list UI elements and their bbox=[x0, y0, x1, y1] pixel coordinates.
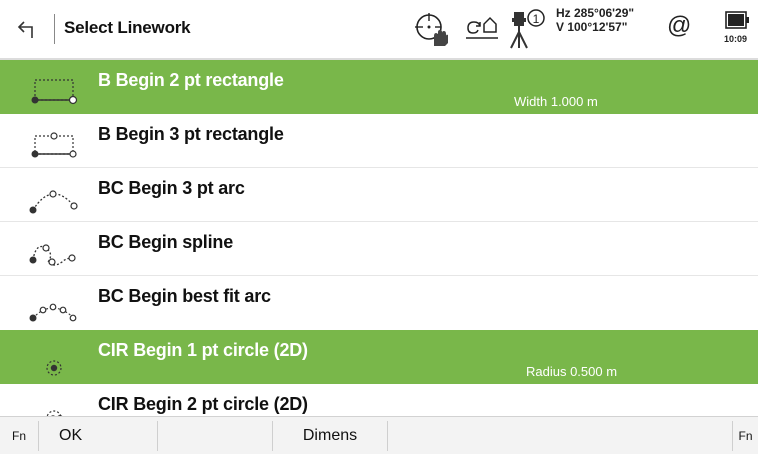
list-item-label: B Begin 3 pt rectangle bbox=[98, 124, 284, 144]
softkey-empty-4[interactable] bbox=[388, 417, 732, 454]
spline-icon bbox=[26, 234, 80, 270]
fn-left-button[interactable]: Fn bbox=[0, 417, 38, 454]
list-item[interactable]: BC Begin spline bbox=[0, 222, 758, 276]
hz-angle: Hz 285°06'29" bbox=[556, 6, 635, 20]
angle-readout: Hz 285°06'29" V 100°12'57" bbox=[556, 6, 634, 34]
circle-1pt-icon bbox=[26, 342, 80, 378]
list-item-detail: Radius 0.500 m bbox=[526, 364, 618, 379]
list-item-label: CIR Begin 2 pt circle (2D) bbox=[98, 394, 308, 414]
list-item-label: CIR Begin 1 pt circle (2D) bbox=[98, 340, 308, 360]
linework-list: B Begin 2 pt rectangle Width 1.000 m B B… bbox=[0, 60, 758, 416]
rectangle-2pt-icon bbox=[26, 72, 80, 108]
list-item[interactable]: BC Begin best fit arc bbox=[0, 276, 758, 330]
list-item-label: BC Begin 3 pt arc bbox=[98, 178, 245, 198]
at-icon[interactable]: @ bbox=[667, 12, 691, 40]
fn-right-button[interactable]: Fn bbox=[733, 417, 758, 454]
list-item[interactable]: CIR Begin 2 pt circle (2D) bbox=[0, 384, 758, 416]
total-station-icon[interactable]: 1 bbox=[508, 6, 548, 55]
battery-icon bbox=[725, 10, 751, 37]
rectangle-3pt-icon bbox=[26, 126, 80, 162]
circle-2pt-icon bbox=[26, 396, 80, 416]
header-separator bbox=[54, 14, 55, 44]
softkey-bar: Fn OK Dimens Fn bbox=[0, 416, 758, 454]
v-angle: V 100°12'57" bbox=[556, 20, 628, 34]
instrument-face-number: 1 bbox=[533, 12, 540, 26]
crosshair-hand-icon[interactable] bbox=[412, 10, 452, 53]
ok-button[interactable]: OK bbox=[39, 417, 157, 454]
page-title: Select Linework bbox=[64, 18, 191, 37]
list-item[interactable]: CIR Begin 1 pt circle (2D) Radius 0.500 … bbox=[0, 330, 758, 384]
title-bar: Select Linework 1 Hz 285°06'29" V 100°12… bbox=[0, 0, 758, 58]
back-arrow-icon bbox=[17, 21, 33, 38]
list-item[interactable]: B Begin 2 pt rectangle Width 1.000 m bbox=[0, 60, 758, 114]
list-item-label: B Begin 2 pt rectangle bbox=[98, 70, 284, 90]
best-fit-arc-icon bbox=[26, 288, 80, 324]
list-item[interactable]: B Begin 3 pt rectangle bbox=[0, 114, 758, 168]
list-item-label: BC Begin spline bbox=[98, 232, 234, 252]
clock: 10:09 bbox=[724, 34, 748, 44]
list-item-detail: Width 1.000 m bbox=[514, 94, 598, 109]
list-item-label: BC Begin best fit arc bbox=[98, 286, 271, 306]
arc-3pt-icon bbox=[26, 180, 80, 216]
list-item[interactable]: BC Begin 3 pt arc bbox=[0, 168, 758, 222]
softkey-empty-2[interactable] bbox=[158, 417, 272, 454]
dimens-button[interactable]: Dimens bbox=[273, 417, 387, 454]
back-button[interactable] bbox=[14, 16, 40, 42]
target-prism-icon[interactable] bbox=[464, 14, 504, 49]
